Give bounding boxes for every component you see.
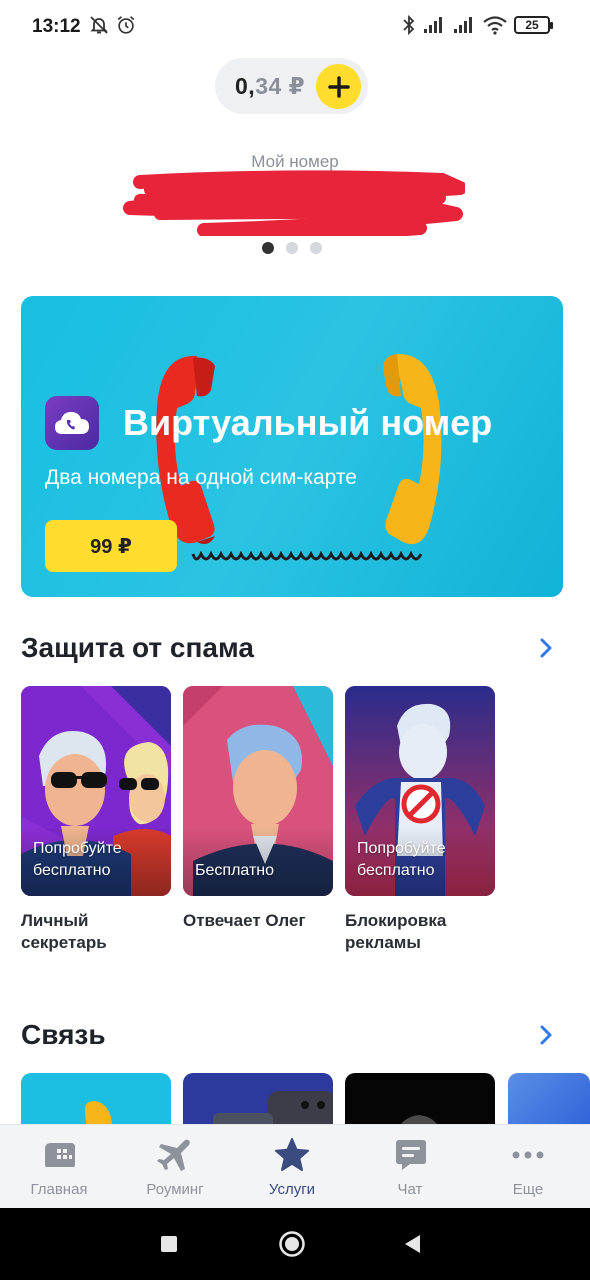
nav-item-home[interactable]: Главная (0, 1125, 118, 1209)
card-caption[interactable]: Личный секретарь (21, 910, 181, 954)
bluetooth-icon (403, 14, 415, 36)
signal-icon (424, 17, 442, 33)
banner-price-button[interactable]: 99 ₽ (45, 520, 177, 572)
pager-dot[interactable] (262, 242, 274, 254)
alarm-icon (117, 16, 135, 34)
recents-icon[interactable] (160, 1235, 178, 1253)
section-title-connection: Связь (21, 1019, 106, 1050)
balance-cents: 34 ₽ (255, 73, 306, 99)
card-oleg-answers[interactable]: Бесплатно (183, 686, 333, 896)
home-icon (45, 1143, 75, 1167)
card-badge: Попробуйте бесплатно (357, 840, 446, 879)
balance-pill[interactable]: 0,34 ₽ (215, 58, 368, 114)
signal-icon (454, 17, 472, 33)
section-title-spam: Защита от спама (21, 632, 254, 663)
nav-label: Чат (397, 1181, 423, 1198)
star-icon (275, 1138, 309, 1171)
nav-item-chat[interactable]: Чат (351, 1125, 469, 1209)
plus-icon (327, 75, 350, 98)
card-caption[interactable]: Отвечает Олег (183, 910, 343, 932)
nav-item-more[interactable]: Еще (469, 1125, 587, 1209)
nav-item-roaming[interactable]: Роуминг (116, 1125, 234, 1209)
card-caption[interactable]: Блокировка рекламы (345, 910, 505, 954)
card-ad-blocking[interactable]: Попробуйте бесплатно (345, 686, 495, 896)
pager-dot[interactable] (286, 242, 298, 254)
my-number-label: Мой номер (251, 152, 339, 171)
nav-label: Еще (512, 1181, 544, 1198)
battery-icon: 25 (514, 16, 553, 34)
banner-title: Виртуальный номер (123, 402, 493, 443)
card-badge: Попробуйте бесплатно (33, 840, 122, 879)
nav-label: Услуги (268, 1181, 316, 1198)
virtual-number-banner[interactable]: Виртуальный номер Два номера на одной си… (21, 296, 563, 597)
chevron-right-icon[interactable] (536, 636, 556, 660)
bottom-nav: Главная Роуминг Услуги Чат Еще (0, 1124, 590, 1208)
status-bar: 13:12 25 (0, 0, 590, 44)
top-up-button[interactable] (316, 64, 361, 109)
card-personal-secretary[interactable]: Попробуйте бесплатно (21, 686, 171, 896)
back-icon[interactable] (402, 1233, 422, 1255)
nav-item-services[interactable]: Услуги (233, 1125, 351, 1209)
system-navigation-bar (0, 1208, 590, 1280)
nav-label: Главная (30, 1181, 88, 1198)
home-button-icon[interactable] (278, 1230, 306, 1258)
chat-icon (396, 1140, 426, 1170)
pager-dot[interactable] (310, 242, 322, 254)
cloud-phone-icon (45, 396, 99, 450)
status-time: 13:12 (32, 16, 81, 37)
banner-subtitle: Два номера на одной сим-карте (45, 466, 357, 489)
balance-value: 0,34 ₽ (235, 73, 305, 100)
number-pager[interactable] (262, 242, 322, 254)
wifi-icon (483, 16, 507, 35)
bell-off-icon (90, 16, 108, 34)
more-icon (512, 1151, 544, 1159)
chevron-right-icon[interactable] (536, 1023, 556, 1047)
nav-label: Роуминг (146, 1181, 204, 1198)
card-badge: Бесплатно (195, 862, 275, 879)
airplane-icon (157, 1139, 190, 1171)
balance-main: 0, (235, 73, 256, 99)
redacted-phone-number (123, 170, 465, 236)
